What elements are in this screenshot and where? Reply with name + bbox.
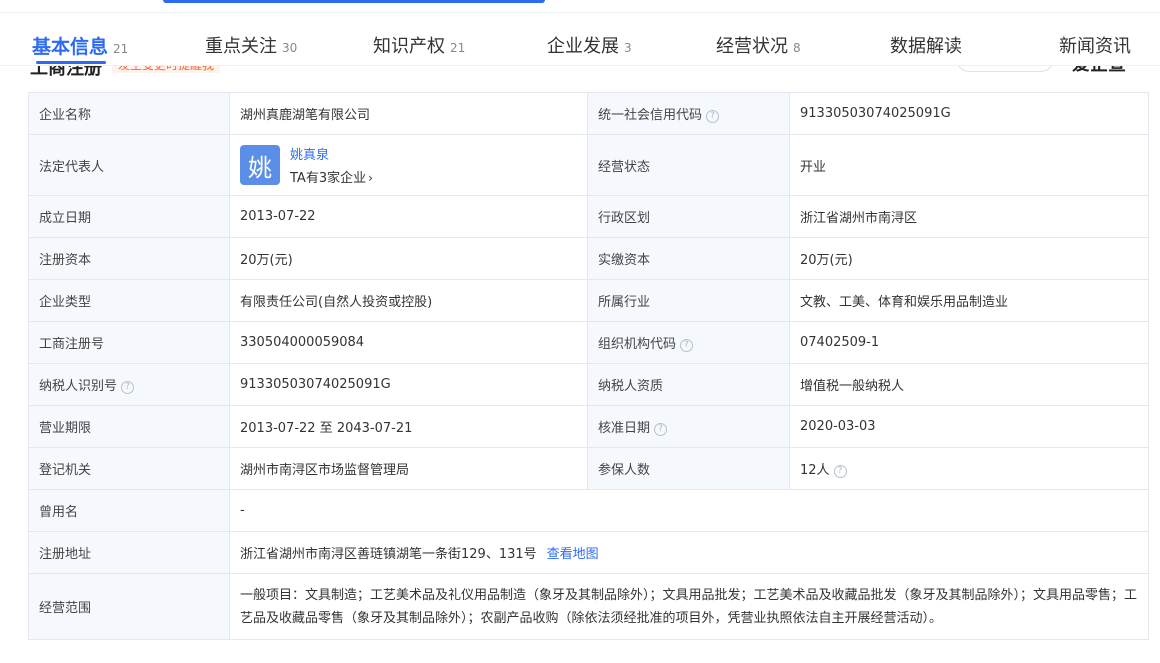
field-label: 企业名称: [28, 92, 230, 135]
field-label: 工商注册号: [28, 321, 230, 364]
field-label: 曾用名: [28, 489, 230, 532]
tab-label: 基本信息: [32, 36, 109, 58]
company-name-value: 湖州真鹿湖笔有限公司: [229, 92, 588, 135]
reg-no-value: 330504000059084: [229, 321, 588, 364]
top-strip: [0, 0, 1160, 12]
tab-label: 重点关注: [205, 36, 277, 57]
field-label: 登记机关: [28, 447, 230, 490]
avatar[interactable]: 姚: [240, 145, 280, 185]
tab-label: 企业发展: [547, 36, 619, 57]
legal-rep-cell: 姚 姚真泉 TA有3家企业 ›: [229, 134, 588, 196]
paid-capital-value: 20万(元): [789, 237, 1149, 280]
taxpayer-qual-value: 增值税一般纳税人: [789, 363, 1149, 406]
help-icon[interactable]: ?: [680, 339, 694, 352]
table-row: 成立日期 2013-07-22 行政区划 浙江省湖州市南浔区: [28, 195, 1149, 238]
field-label: 企业类型: [28, 279, 230, 322]
field-label-text: 核准日期: [598, 421, 651, 436]
former-name-value: -: [229, 489, 1149, 532]
insured-value: 12人: [800, 463, 830, 478]
field-label: 营业期限: [28, 405, 230, 448]
field-label: 参保人数: [587, 447, 790, 490]
field-label: 行政区划: [587, 195, 790, 238]
field-label: 成立日期: [28, 195, 230, 238]
tab-key-focus[interactable]: 重点关注 30: [205, 32, 297, 62]
taxpayer-id-value: 91330503074025091G: [229, 363, 588, 406]
tab-intellectual-property[interactable]: 知识产权 21: [373, 32, 465, 62]
registration-info-table: 企业名称 湖州真鹿湖笔有限公司 统一社会信用代码? 91330503074025…: [28, 92, 1149, 640]
tab-data-insights[interactable]: 数据解读: [890, 32, 962, 62]
org-code-value: 07402509-1: [789, 321, 1149, 364]
status-value: 开业: [789, 134, 1149, 196]
tab-basic-info[interactable]: 基本信息 21: [32, 32, 129, 64]
field-label: 注册资本: [28, 237, 230, 280]
address-value: 浙江省湖州市南浔区善琏镇湖笔一条街129、131号: [240, 547, 537, 562]
field-label: 实缴资本: [587, 237, 790, 280]
legal-rep-companies-text: TA有3家企业: [290, 171, 367, 186]
chevron-right-icon: ›: [368, 171, 373, 185]
table-row: 纳税人识别号? 91330503074025091G 纳税人资质 增值税一般纳税…: [28, 363, 1149, 406]
field-label: 注册地址: [28, 531, 230, 574]
field-label-text: 纳税人识别号: [39, 379, 118, 394]
authority-value: 湖州市南浔区市场监督管理局: [229, 447, 588, 490]
divider: [0, 12, 1160, 13]
term-value: 2013-07-22 至 2043-07-21: [229, 405, 588, 448]
table-row: 法定代表人 姚 姚真泉 TA有3家企业 › 经营状态 开业: [28, 134, 1149, 196]
insured-cell: 12人?: [789, 447, 1149, 490]
reg-capital-value: 20万(元): [229, 237, 588, 280]
table-row: 营业期限 2013-07-22 至 2043-07-21 核准日期? 2020-…: [28, 405, 1149, 448]
view-map-link[interactable]: 查看地图: [547, 547, 599, 562]
tab-label: 数据解读: [890, 36, 962, 57]
company-type-value: 有限责任公司(自然人投资或控股): [229, 279, 588, 322]
table-row: 曾用名 -: [28, 489, 1149, 532]
search-bar-edge[interactable]: [163, 0, 545, 3]
tab-operations[interactable]: 经营状况 8: [716, 32, 801, 62]
field-label: 纳税人识别号?: [28, 363, 230, 406]
region-value: 浙江省湖州市南浔区: [789, 195, 1149, 238]
table-row: 企业类型 有限责任公司(自然人投资或控股) 所属行业 文教、工美、体育和娱乐用品…: [28, 279, 1149, 322]
field-label: 所属行业: [587, 279, 790, 322]
table-row: 企业名称 湖州真鹿湖笔有限公司 统一社会信用代码? 91330503074025…: [28, 92, 1149, 135]
tab-count: 30: [282, 41, 298, 55]
table-row: 登记机关 湖州市南浔区市场监督管理局 参保人数 12人?: [28, 447, 1149, 490]
help-icon[interactable]: ?: [654, 423, 668, 436]
field-label: 组织机构代码?: [587, 321, 790, 364]
tab-development[interactable]: 企业发展 3: [547, 32, 632, 62]
field-label: 法定代表人: [28, 134, 230, 196]
field-label-text: 统一社会信用代码: [598, 108, 703, 123]
established-value: 2013-07-22: [229, 195, 588, 238]
tab-count: 8: [793, 41, 801, 55]
help-icon[interactable]: ?: [833, 465, 847, 478]
field-label: 经营状态: [587, 134, 790, 196]
address-cell: 浙江省湖州市南浔区善琏镇湖笔一条街129、131号 查看地图: [229, 531, 1149, 574]
tab-count: 21: [113, 42, 129, 56]
approval-date-value: 2020-03-03: [789, 405, 1149, 448]
business-scope-value: 一般项目：文具制造；工艺美术品及礼仪用品制造（象牙及其制品除外）；文具用品批发；…: [229, 573, 1149, 640]
tab-news[interactable]: 新闻资讯: [1059, 32, 1131, 62]
industry-value: 文教、工美、体育和娱乐用品制造业: [789, 279, 1149, 322]
field-label: 统一社会信用代码?: [587, 92, 790, 135]
field-label: 核准日期?: [587, 405, 790, 448]
tab-label: 经营状况: [716, 36, 788, 57]
tab-bar: 基本信息 21 重点关注 30 知识产权 21 企业发展 3 经营状况 8 数据…: [0, 22, 1160, 66]
tab-label: 知识产权: [373, 36, 445, 57]
field-label: 经营范围: [28, 573, 230, 640]
table-row: 注册地址 浙江省湖州市南浔区善琏镇湖笔一条街129、131号 查看地图: [28, 531, 1149, 574]
tab-count: 3: [624, 41, 632, 55]
help-icon[interactable]: ?: [706, 110, 720, 123]
tab-label: 新闻资讯: [1059, 36, 1131, 57]
field-label-text: 组织机构代码: [598, 337, 677, 352]
table-row: 注册资本 20万(元) 实缴资本 20万(元): [28, 237, 1149, 280]
help-icon[interactable]: ?: [121, 381, 135, 394]
credit-code-value: 91330503074025091G: [789, 92, 1149, 135]
tab-count: 21: [450, 41, 466, 55]
table-row: 经营范围 一般项目：文具制造；工艺美术品及礼仪用品制造（象牙及其制品除外）；文具…: [28, 573, 1149, 640]
table-row: 工商注册号 330504000059084 组织机构代码? 07402509-1: [28, 321, 1149, 364]
legal-rep-name-link[interactable]: 姚真泉: [290, 144, 373, 163]
legal-rep-companies-link[interactable]: TA有3家企业 ›: [290, 167, 373, 186]
field-label: 纳税人资质: [587, 363, 790, 406]
